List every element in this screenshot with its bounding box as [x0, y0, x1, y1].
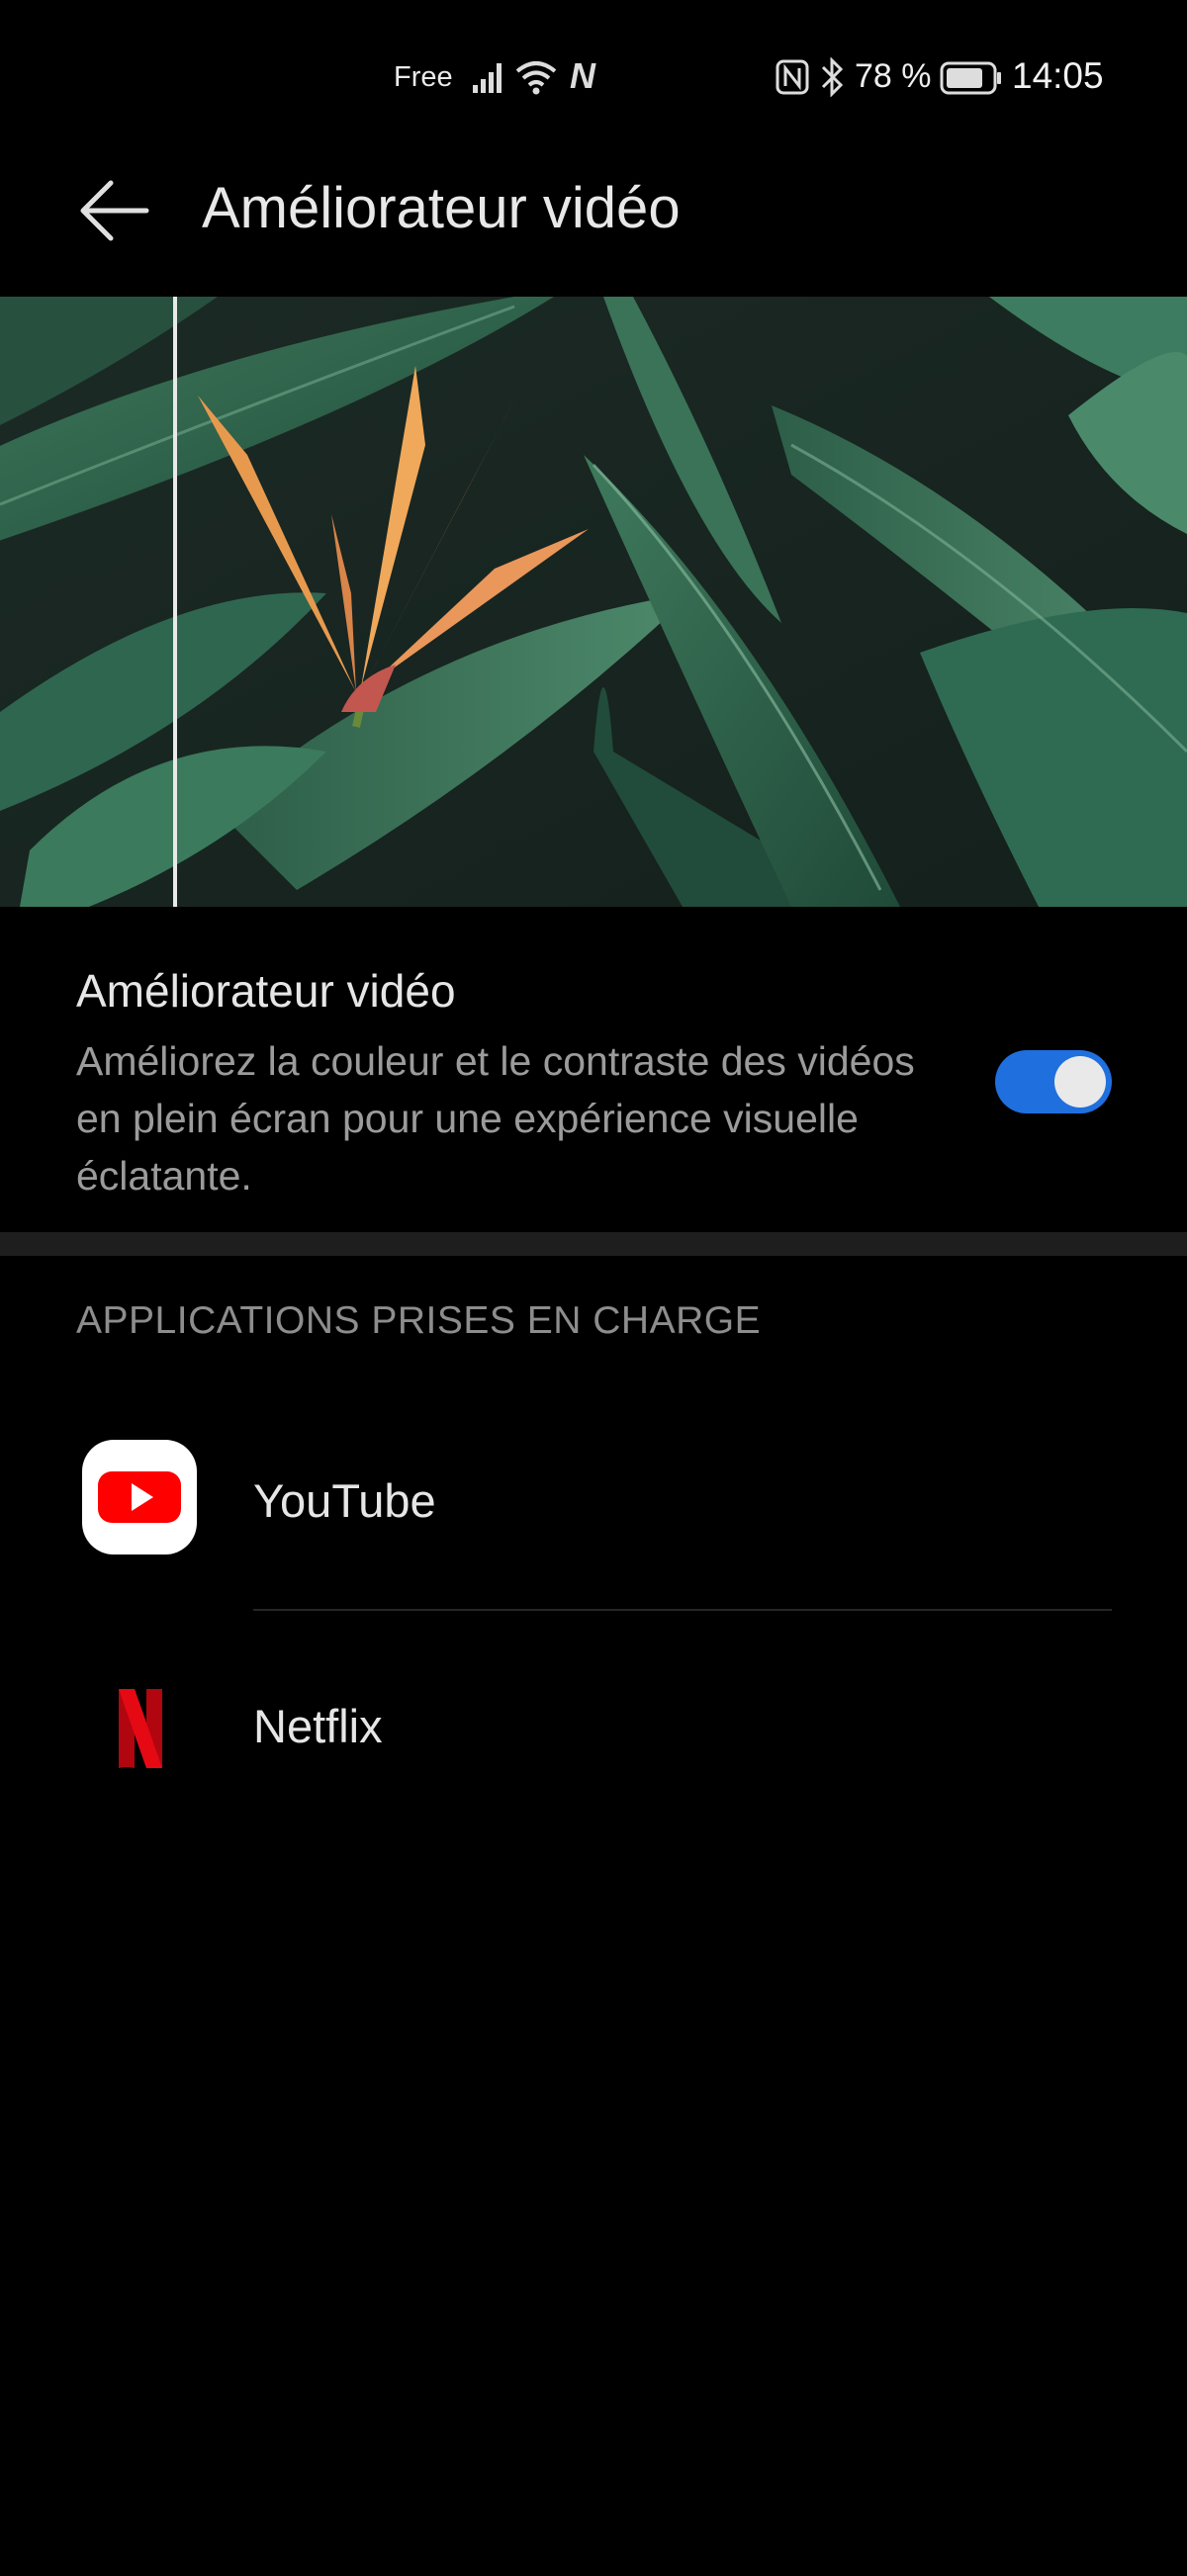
setting-description: Améliorez la couleur et le contraste des… — [76, 1038, 915, 1199]
app-item-youtube[interactable]: YouTube — [0, 1420, 1187, 1578]
video-enhancer-toggle[interactable] — [995, 1050, 1112, 1113]
youtube-icon — [82, 1440, 197, 1554]
back-arrow-icon[interactable] — [77, 176, 152, 245]
app-name-youtube: YouTube — [253, 1474, 436, 1527]
wifi-icon — [515, 61, 557, 95]
setting-title: Améliorateur vidéo — [76, 965, 456, 1017]
network-n-icon: N — [570, 55, 595, 96]
video-preview-image — [0, 297, 1187, 907]
netflix-icon — [119, 1689, 162, 1768]
bluetooth-icon — [821, 57, 844, 97]
nfc-icon — [776, 59, 809, 95]
page-title: Améliorateur vidéo — [202, 176, 681, 240]
battery-percent: 78 % — [855, 57, 932, 95]
list-divider — [253, 1609, 1112, 1611]
clock: 14:05 — [1012, 55, 1104, 96]
toggle-knob — [1054, 1056, 1106, 1108]
app-name-netflix: Netflix — [253, 1700, 383, 1752]
status-bar: Free N 78 % 14:05 — [0, 0, 1187, 158]
section-header: APPLICATIONS PRISES EN CHARGE — [76, 1299, 762, 1342]
app-item-netflix[interactable]: Netflix — [0, 1649, 1187, 1808]
signal-icon — [473, 63, 502, 93]
battery-icon — [940, 61, 1001, 95]
section-divider — [0, 1232, 1187, 1256]
carrier-label: Free — [394, 61, 453, 93]
